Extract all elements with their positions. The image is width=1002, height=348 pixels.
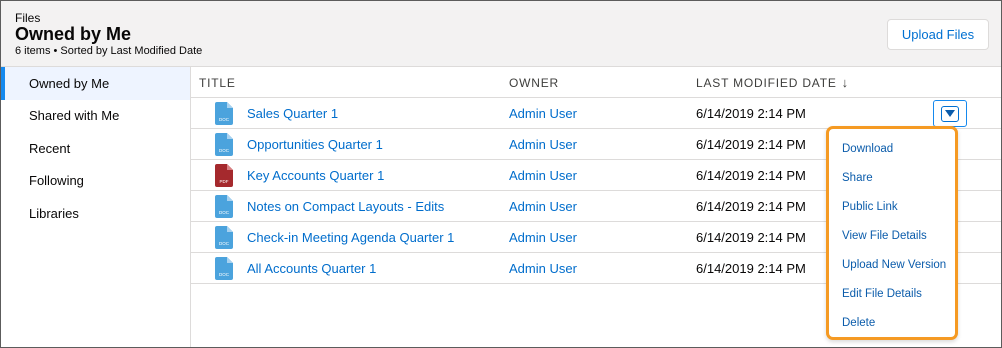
- owner-link[interactable]: Admin User: [509, 222, 577, 253]
- menu-item-view-file-details[interactable]: View File Details: [829, 221, 955, 250]
- menu-item-share[interactable]: Share: [829, 163, 955, 192]
- doc-file-icon: DOC: [215, 195, 233, 218]
- file-name-link[interactable]: Check-in Meeting Agenda Quarter 1: [247, 222, 454, 253]
- last-modified-date: 6/14/2019 2:14 PM: [696, 199, 806, 214]
- doc-file-icon: DOC: [215, 102, 233, 125]
- file-name-link[interactable]: Sales Quarter 1: [247, 98, 338, 129]
- file-name-link[interactable]: Opportunities Quarter 1: [247, 129, 383, 160]
- svg-text:DOC: DOC: [219, 148, 230, 153]
- column-header-label: Last Modified Date: [696, 75, 837, 90]
- owner-link[interactable]: Admin User: [509, 253, 577, 284]
- owner-link[interactable]: Admin User: [509, 129, 577, 160]
- column-header-owner[interactable]: Owner: [509, 67, 559, 98]
- sidebar-item-shared-with-me[interactable]: Shared with Me: [1, 100, 190, 133]
- list-meta: 6 items • Sorted by Last Modified Date: [15, 45, 203, 57]
- owner-link[interactable]: Admin User: [509, 98, 577, 129]
- column-header-label: Owner: [509, 75, 559, 90]
- sidebar-item-recent[interactable]: Recent: [1, 132, 190, 165]
- chevron-down-icon: [941, 105, 959, 122]
- pdf-file-icon: PDF: [215, 164, 233, 187]
- svg-text:DOC: DOC: [219, 272, 230, 277]
- column-header-title[interactable]: Title: [199, 67, 236, 98]
- sidebar-item-libraries[interactable]: Libraries: [1, 197, 190, 230]
- doc-file-icon: DOC: [215, 226, 233, 249]
- column-header-last-modified[interactable]: Last Modified Date ↓: [696, 67, 848, 98]
- sort-descending-icon: ↓: [841, 75, 849, 90]
- row-actions-button[interactable]: [933, 100, 967, 127]
- svg-text:DOC: DOC: [219, 241, 230, 246]
- file-name-link[interactable]: All Accounts Quarter 1: [247, 253, 376, 284]
- file-name-link[interactable]: Key Accounts Quarter 1: [247, 160, 384, 191]
- sidebar-item-label: Shared with Me: [29, 108, 120, 124]
- upload-files-button[interactable]: Upload Files: [887, 19, 989, 50]
- doc-file-icon: DOC: [215, 133, 233, 156]
- table-header: Title Owner Last Modified Date ↓: [191, 67, 1001, 98]
- sidebar-item-label: Following: [29, 173, 84, 189]
- row-actions-menu: Download Share Public Link View File Det…: [826, 126, 958, 340]
- sidebar-item-label: Owned by Me: [29, 75, 110, 91]
- menu-item-public-link[interactable]: Public Link: [829, 192, 955, 221]
- svg-text:DOC: DOC: [219, 117, 230, 122]
- last-modified-date: 6/14/2019 2:14 PM: [696, 168, 806, 183]
- page-title: Owned by Me: [15, 24, 132, 44]
- sidebar-nav: Owned by Me Shared with Me Recent Follow…: [1, 67, 191, 347]
- sidebar-item-owned-by-me[interactable]: Owned by Me: [1, 67, 190, 100]
- page-header: Files Owned by Me 6 items • Sorted by La…: [1, 1, 1001, 67]
- menu-item-delete[interactable]: Delete: [829, 308, 955, 337]
- files-panel: Files Owned by Me 6 items • Sorted by La…: [0, 0, 1002, 348]
- owner-link[interactable]: Admin User: [509, 191, 577, 222]
- last-modified-date: 6/14/2019 2:14 PM: [696, 261, 806, 276]
- file-name-link[interactable]: Notes on Compact Layouts - Edits: [247, 191, 444, 222]
- object-label: Files: [15, 11, 41, 25]
- menu-item-edit-file-details[interactable]: Edit File Details: [829, 279, 955, 308]
- menu-item-download[interactable]: Download: [829, 134, 955, 163]
- owner-link[interactable]: Admin User: [509, 160, 577, 191]
- doc-file-icon: DOC: [215, 257, 233, 280]
- sidebar-item-label: Recent: [29, 140, 71, 156]
- sidebar-item-label: Libraries: [29, 205, 79, 221]
- svg-text:DOC: DOC: [219, 210, 230, 215]
- last-modified-date: 6/14/2019 2:14 PM: [696, 137, 806, 152]
- menu-item-upload-new-version[interactable]: Upload New Version: [829, 250, 955, 279]
- last-modified-date: 6/14/2019 2:14 PM: [696, 230, 806, 245]
- sidebar-item-following[interactable]: Following: [1, 165, 190, 198]
- svg-text:PDF: PDF: [220, 179, 229, 184]
- last-modified-date: 6/14/2019 2:14 PM: [696, 106, 806, 121]
- column-header-label: Title: [199, 75, 236, 90]
- table-row: DOC Sales Quarter 1 Admin User 6/14/2019…: [191, 98, 1001, 129]
